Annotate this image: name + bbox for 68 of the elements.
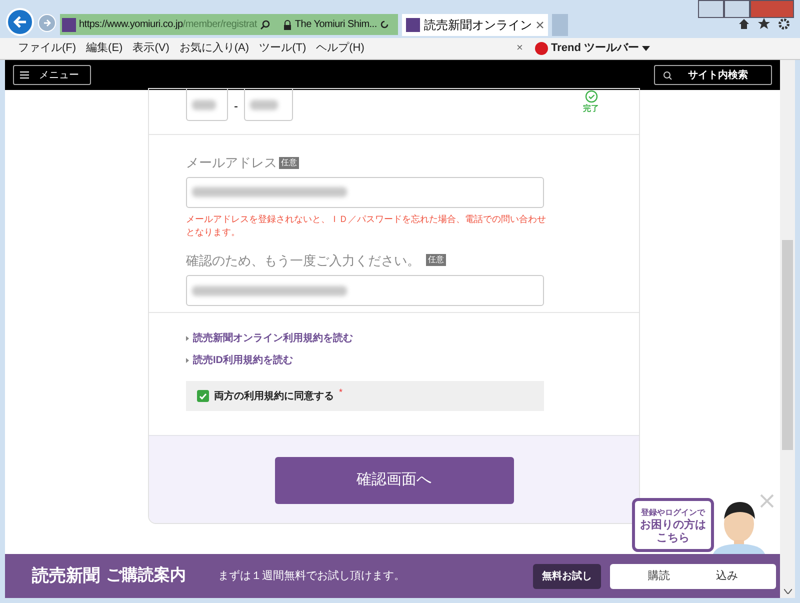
minimize-button[interactable] bbox=[698, 0, 724, 18]
tab-title: 読売新聞オンライン bbox=[424, 17, 532, 34]
menu-item[interactable]: お気に入り(A) bbox=[179, 40, 250, 57]
site-identity: The Yomiuri Shim... bbox=[294, 18, 377, 32]
search-icon bbox=[260, 20, 270, 30]
blurred-value bbox=[192, 100, 216, 110]
banner-logo: 読売新聞 bbox=[32, 565, 100, 588]
required-mark: * bbox=[339, 386, 343, 399]
star-icon[interactable] bbox=[758, 18, 770, 30]
menu-item[interactable]: ファイル(F) bbox=[18, 40, 76, 57]
postal-code-field[interactable] bbox=[244, 89, 293, 121]
subscribe-button[interactable]: 購読 込み bbox=[610, 564, 776, 588]
optional-badge: 任意 bbox=[426, 254, 446, 266]
agreement-label: 両方の利用規約に同意する bbox=[214, 389, 334, 404]
lock-icon bbox=[282, 20, 292, 30]
close-icon bbox=[536, 21, 544, 29]
back-arrow-icon bbox=[13, 16, 27, 28]
check-circle-icon bbox=[584, 90, 598, 103]
help-bubble[interactable]: 登録やログインで お困りの方は こちら bbox=[632, 498, 714, 552]
email-input-field[interactable] bbox=[186, 176, 544, 208]
menu-icon bbox=[20, 71, 29, 79]
confirm-button[interactable]: 確認画面へ bbox=[274, 457, 514, 504]
banner-text: まずは１週間無料でお試し頂けます。 bbox=[218, 568, 405, 584]
menu-button[interactable]: メニュー bbox=[13, 65, 91, 85]
email-confirm-input-field[interactable] bbox=[186, 275, 544, 306]
free-trial-button[interactable]: 無料お試し bbox=[533, 564, 601, 588]
home-icon[interactable] bbox=[738, 18, 750, 30]
bubble-text: 登録やログインで bbox=[641, 506, 705, 518]
banner-subtitle: ご購読案内 bbox=[106, 565, 186, 586]
menu-item[interactable]: ヘルプ(H) bbox=[316, 40, 364, 57]
scrollbar[interactable] bbox=[780, 60, 795, 598]
browser-tab[interactable]: 読売新聞オンライン bbox=[402, 14, 548, 36]
site-favicon-icon bbox=[406, 18, 420, 32]
postal-code-field[interactable] bbox=[186, 89, 228, 121]
email-warning-text: メールアドレスを登録されないと、ＩＤ／パスワードを忘れた場合、電話での問い合わせとなります。 bbox=[186, 212, 547, 238]
address-bar[interactable]: https://www.yomiuri.co.jp/member/registrat The Yomiuri Shim... bbox=[60, 14, 398, 35]
toolbar-label[interactable]: Trend ツールバー bbox=[550, 40, 639, 57]
search-icon bbox=[663, 70, 672, 80]
caret-icon bbox=[186, 358, 189, 362]
field-label: 確認のため、もう一度ご入力ください。 bbox=[186, 252, 420, 270]
postal-separator: - bbox=[234, 98, 238, 115]
completion-status: 完了 bbox=[583, 103, 599, 115]
site-search-button[interactable]: サイト内検索 bbox=[654, 65, 772, 85]
toolbar-close[interactable]: × bbox=[516, 40, 523, 57]
scrollbar-thumb[interactable] bbox=[782, 240, 793, 450]
optional-badge: 任意 bbox=[279, 156, 299, 169]
caret-icon bbox=[186, 336, 189, 340]
bubble-text: お困りの方は bbox=[640, 518, 706, 532]
site-favicon-icon bbox=[62, 18, 76, 32]
dropdown-caret-icon[interactable] bbox=[642, 46, 650, 51]
menu-item[interactable]: 編集(E) bbox=[86, 40, 123, 57]
field-label: メールアドレス bbox=[186, 154, 277, 172]
terms-link[interactable]: 読売新聞オンライン利用規約を読む bbox=[193, 330, 353, 346]
maximize-button[interactable] bbox=[724, 0, 750, 18]
bubble-text: こちら bbox=[656, 532, 690, 544]
agreement-checkbox[interactable] bbox=[197, 390, 209, 402]
scroll-down-icon[interactable] bbox=[784, 589, 792, 594]
back-button[interactable] bbox=[6, 8, 34, 36]
blurred-value bbox=[250, 100, 278, 110]
url-text: https://www.yomiuri.co.jp/member/registrat bbox=[79, 18, 257, 32]
refresh-icon bbox=[380, 20, 389, 29]
check-icon bbox=[199, 392, 207, 400]
trend-logo-icon bbox=[534, 42, 548, 55]
settings-icon[interactable] bbox=[778, 18, 790, 30]
terms-link[interactable]: 読売ID利用規約を読む bbox=[193, 352, 293, 368]
menu-item[interactable]: ツール(T) bbox=[259, 40, 306, 57]
menu-item[interactable]: 表示(V) bbox=[132, 40, 170, 57]
forward-arrow-icon bbox=[42, 19, 52, 27]
